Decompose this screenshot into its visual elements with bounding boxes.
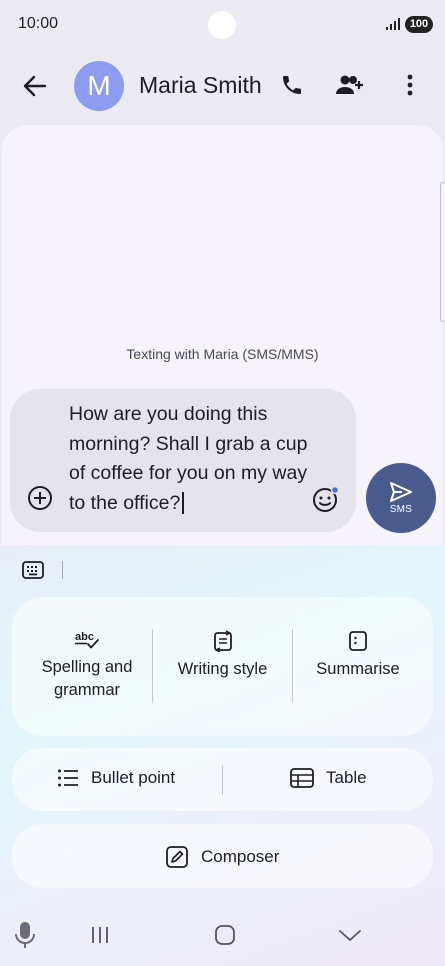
home-button[interactable] <box>211 919 239 951</box>
keyboard-toggle-button[interactable] <box>22 561 44 579</box>
scroll-handle[interactable] <box>440 182 445 322</box>
message-text[interactable]: How are you doing this morning? Shall I … <box>69 400 309 518</box>
add-contact-button[interactable] <box>332 69 368 101</box>
hide-keyboard-button[interactable] <box>336 919 364 951</box>
bullet-point-label: Bullet point <box>91 768 176 787</box>
text-cursor <box>182 492 185 515</box>
add-person-icon <box>336 75 363 94</box>
spelling-grammar-label: Spelling and grammar <box>41 658 133 699</box>
camera-cutout <box>208 11 236 39</box>
back-arrow-icon <box>23 75 47 97</box>
battery-indicator: 100 <box>405 16 433 33</box>
conversation-header: M Maria Smith <box>0 56 445 116</box>
home-icon <box>215 925 235 945</box>
bullet-point-button[interactable]: Bullet point <box>57 768 175 788</box>
voice-input-button[interactable] <box>13 919 37 951</box>
writing-style-label: Writing style <box>177 660 268 678</box>
contact-name[interactable]: Maria Smith <box>139 72 262 99</box>
spellcheck-icon-text: abc <box>75 631 94 643</box>
status-bar: 10:00 100 <box>0 0 445 50</box>
summarise-icon <box>349 631 367 651</box>
send-icon <box>390 482 412 502</box>
format-divider <box>222 765 223 795</box>
recents-icon <box>92 927 108 943</box>
spellcheck-icon: abc <box>75 631 99 649</box>
message-text-content: How are you doing this morning? Shall I … <box>69 403 308 514</box>
navigation-bar <box>0 905 445 966</box>
signal-icon <box>386 18 400 30</box>
writing-style-button[interactable]: Writing style <box>152 630 293 681</box>
composer-button[interactable]: Composer <box>165 845 279 869</box>
collapse-icon <box>339 930 361 941</box>
recents-button[interactable] <box>88 919 112 951</box>
status-time: 10:00 <box>18 15 59 32</box>
table-label: Table <box>326 768 367 787</box>
more-options-button[interactable] <box>396 69 424 101</box>
toolbar-divider <box>62 561 63 579</box>
composer-label: Composer <box>201 847 280 866</box>
writing-style-icon <box>213 630 232 652</box>
attach-button[interactable] <box>26 484 54 512</box>
emoji-icon <box>313 485 340 512</box>
back-button[interactable] <box>18 70 52 102</box>
table-button[interactable]: Table <box>290 768 367 788</box>
send-button[interactable]: SMS <box>366 463 436 533</box>
bullet-list-icon <box>58 769 78 787</box>
call-button[interactable] <box>276 69 308 101</box>
summarise-label: Summarise <box>316 660 400 678</box>
avatar[interactable]: M <box>74 61 124 111</box>
keyboard-icon <box>22 561 44 579</box>
more-vert-icon <box>407 74 413 96</box>
emoji-button[interactable] <box>311 484 341 514</box>
microphone-icon <box>15 922 35 948</box>
add-circle-icon <box>28 486 52 510</box>
send-type-label: SMS <box>389 504 413 515</box>
conversation-info: Texting with Maria (SMS/MMS) <box>126 346 319 362</box>
summarise-button[interactable]: Summarise <box>293 630 423 681</box>
table-icon <box>290 768 314 788</box>
edit-icon <box>166 846 188 868</box>
phone-icon <box>283 76 301 94</box>
spelling-grammar-button[interactable]: abc Spelling and grammar <box>12 630 162 702</box>
